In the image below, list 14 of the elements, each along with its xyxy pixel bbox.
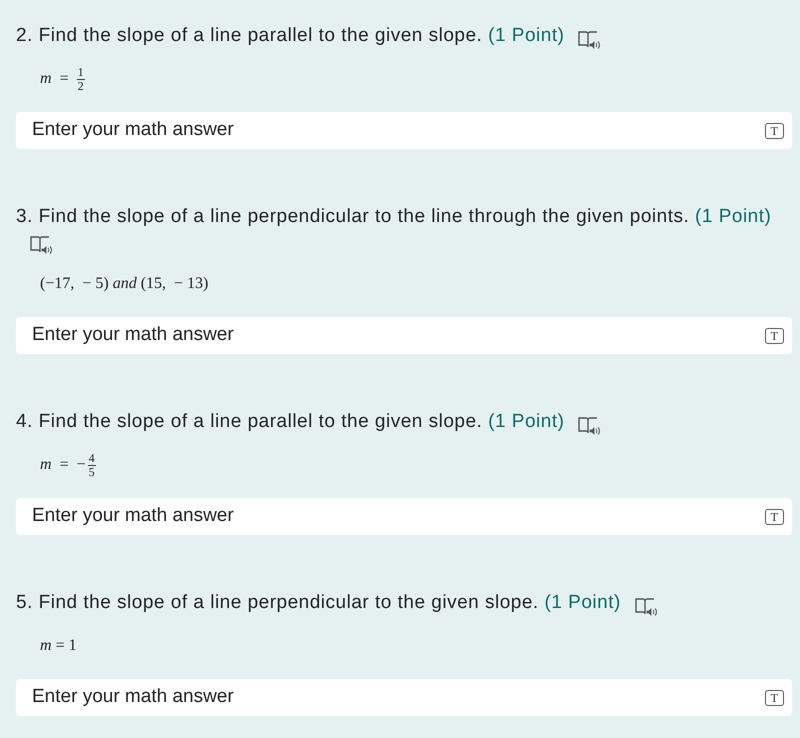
math-expression: (−17, − 5) and (15, − 13): [40, 274, 208, 294]
math-mode-button[interactable]: T: [764, 122, 784, 138]
math-mode-button[interactable]: T: [764, 328, 784, 344]
answer-field[interactable]: Enter your math answer T: [16, 679, 792, 716]
question-title: 3. Find the slope of a line perpendicular to the line through the given points. (1 Point): [16, 206, 772, 227]
question-title: 5. Find the slope of a line perpendicular to the given slope. (1 Point): [16, 592, 621, 613]
math-mode-button[interactable]: T: [764, 690, 784, 706]
question-title: 4. Find the slope of a line parallel to the given slope. (1 Point): [16, 411, 564, 432]
question-title: 2. Find the slope of a line parallel to the given slope. (1 Point): [16, 25, 564, 46]
answer-field[interactable]: Enter your math answer T: [16, 112, 792, 149]
answer-field[interactable]: Enter your math answer T: [16, 498, 792, 535]
answer-field[interactable]: Enter your math answer T: [16, 317, 792, 354]
math-expression: m = 1: [40, 636, 77, 656]
math-mode-button[interactable]: T: [764, 508, 784, 524]
